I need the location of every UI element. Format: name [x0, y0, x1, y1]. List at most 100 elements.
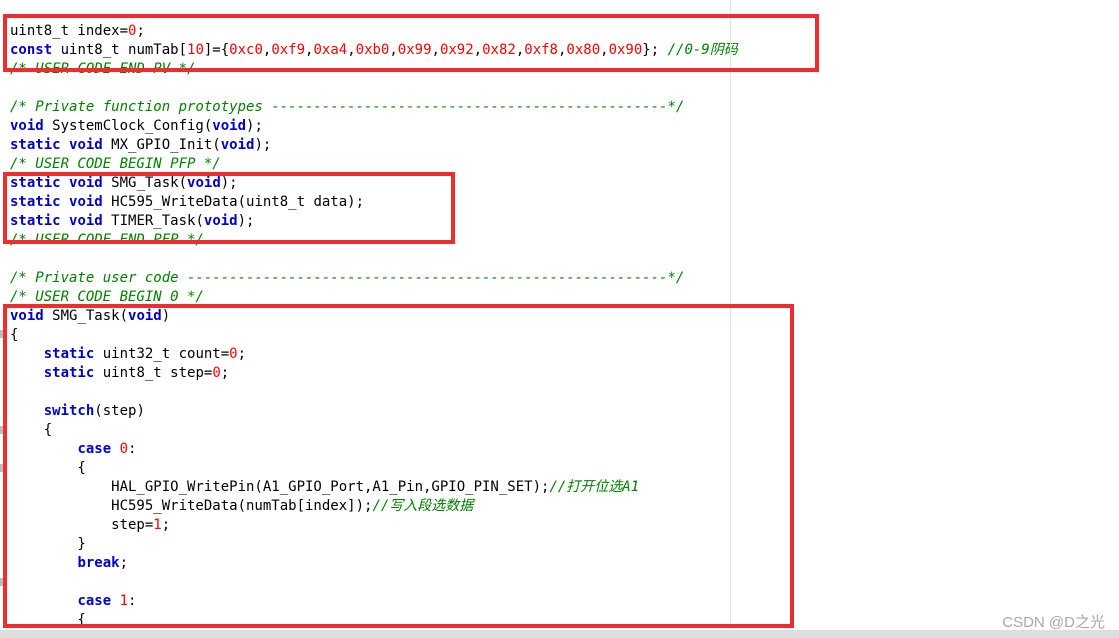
code-token: ,: [515, 42, 525, 58]
code-line[interactable]: HAL_GPIO_WritePin(A1_GPIO_Port,A1_Pin,GP…: [10, 478, 639, 497]
code-line[interactable]: uint8_t index=0;: [10, 22, 145, 41]
keyword-token: void: [69, 213, 103, 229]
keyword-token: static: [10, 175, 61, 191]
keyword-token: void: [10, 308, 44, 324]
code-token: :: [128, 441, 137, 457]
keyword-token: void: [69, 194, 103, 210]
code-line[interactable]: }: [10, 535, 86, 554]
code-line[interactable]: /* Private function prototypes ---------…: [10, 98, 684, 117]
code-line[interactable]: const uint8_t numTab[10]={0xc0,0xf9,0xa4…: [10, 41, 738, 60]
code-line[interactable]: HC595_WriteData(numTab[index]);//写入段选数据: [10, 497, 473, 516]
code-token: ): [161, 308, 171, 324]
code-token: ,: [347, 42, 356, 58]
number-token: 0x82: [482, 42, 516, 58]
code-token: ;: [220, 365, 230, 381]
comment-token: /* Private user code -------------------…: [10, 270, 685, 286]
code-line[interactable]: {: [10, 326, 18, 345]
fold-marker-icon[interactable]: [0, 426, 3, 434]
keyword-token: void: [212, 118, 247, 134]
code-token: {: [10, 612, 86, 628]
code-line[interactable]: static void MX_GPIO_Init(void);: [10, 136, 271, 155]
fold-marker-icon[interactable]: [0, 578, 3, 586]
watermark: CSDN @D之光: [1002, 614, 1105, 631]
code-line[interactable]: static void SMG_Task(void);: [10, 174, 238, 193]
code-token: {: [10, 460, 86, 476]
code-line[interactable]: void SMG_Task(void): [10, 307, 170, 326]
keyword-token: static: [10, 194, 61, 210]
code-line[interactable]: /* USER CODE BEGIN 0 */: [10, 288, 204, 307]
horizontal-scrollbar[interactable]: [0, 630, 1119, 638]
code-token: ]={: [203, 42, 230, 58]
code-token: :: [128, 593, 137, 609]
number-token: 1: [153, 517, 162, 533]
keyword-token: switch: [43, 403, 95, 419]
code-line[interactable]: {: [10, 611, 86, 630]
comment-token: /* USER CODE END PFP */: [10, 232, 204, 248]
number-token: 0xa4: [313, 42, 348, 58]
code-token: );: [254, 137, 272, 153]
fold-marker-icon[interactable]: [0, 464, 3, 472]
code-token: SMG_Task(: [43, 308, 129, 324]
code-token: ;: [161, 517, 171, 533]
keyword-token: const: [10, 42, 53, 58]
code-line[interactable]: static void TIMER_Task(void);: [10, 212, 254, 231]
code-line[interactable]: {: [10, 421, 52, 440]
code-token: ;: [237, 346, 247, 362]
code-token: );: [237, 213, 255, 229]
number-token: 0: [212, 365, 221, 381]
code-line[interactable]: static uint32_t count=0;: [10, 345, 246, 364]
number-token: 0xf9: [271, 42, 306, 58]
code-token: }: [10, 536, 86, 552]
code-line[interactable]: break;: [10, 554, 128, 573]
number-token: 0: [229, 346, 238, 362]
code-line[interactable]: static void HC595_WriteData(uint8_t data…: [10, 193, 364, 212]
keyword-token: static: [10, 213, 61, 229]
code-line[interactable]: /* USER CODE BEGIN PFP */: [10, 155, 221, 174]
code-line[interactable]: switch(step): [10, 402, 145, 421]
keyword-token: case: [77, 441, 112, 457]
code-line[interactable]: case 1:: [10, 592, 136, 611]
code-token: );: [220, 175, 238, 191]
code-token: uint8_t index=: [10, 23, 129, 39]
code-token: ;: [136, 23, 145, 39]
fold-marker-icon[interactable]: [0, 330, 3, 338]
code-token: TIMER_Task(: [102, 213, 204, 229]
code-line[interactable]: void SystemClock_Config(void);: [10, 117, 263, 136]
keyword-token: void: [69, 137, 103, 153]
comment-token: /* USER CODE BEGIN 0 */: [10, 289, 204, 305]
comment-token: /* USER CODE END PV */: [10, 61, 196, 77]
comment-token: //写入段选数据: [372, 498, 474, 514]
code-editor[interactable]: uint8_t index=0; const uint8_t numTab[10]…: [0, 0, 1119, 638]
comment-token: /* USER CODE BEGIN PFP */: [10, 156, 221, 172]
code-line[interactable]: /* USER CODE END PFP */: [10, 231, 204, 250]
code-line[interactable]: case 0:: [10, 440, 136, 459]
code-token: HC595_WriteData(uint8_t data);: [102, 194, 365, 210]
code-line[interactable]: {: [10, 459, 86, 478]
comment-token: //打开位选A1: [549, 479, 640, 495]
keyword-token: case: [77, 593, 112, 609]
code-token: );: [246, 118, 263, 134]
number-token: 0x99: [397, 42, 432, 58]
number-token: 0x90: [608, 42, 643, 58]
number-token: 1: [119, 593, 129, 609]
code-line[interactable]: /* USER CODE END PV */: [10, 60, 195, 79]
code-token: ;: [119, 555, 129, 571]
code-line[interactable]: static uint8_t step=0;: [10, 364, 229, 383]
code-line[interactable]: step=1;: [10, 516, 170, 535]
code-token: HC595_WriteData(numTab[index]);: [10, 498, 373, 514]
code-token: {: [10, 327, 19, 343]
code-token: ,: [600, 42, 609, 58]
code-line[interactable]: /* Private user code -------------------…: [10, 269, 684, 288]
code-token: (step): [94, 403, 145, 419]
keyword-token: void: [220, 137, 255, 153]
keyword-token: static: [10, 137, 61, 153]
code-token: {: [10, 422, 53, 438]
